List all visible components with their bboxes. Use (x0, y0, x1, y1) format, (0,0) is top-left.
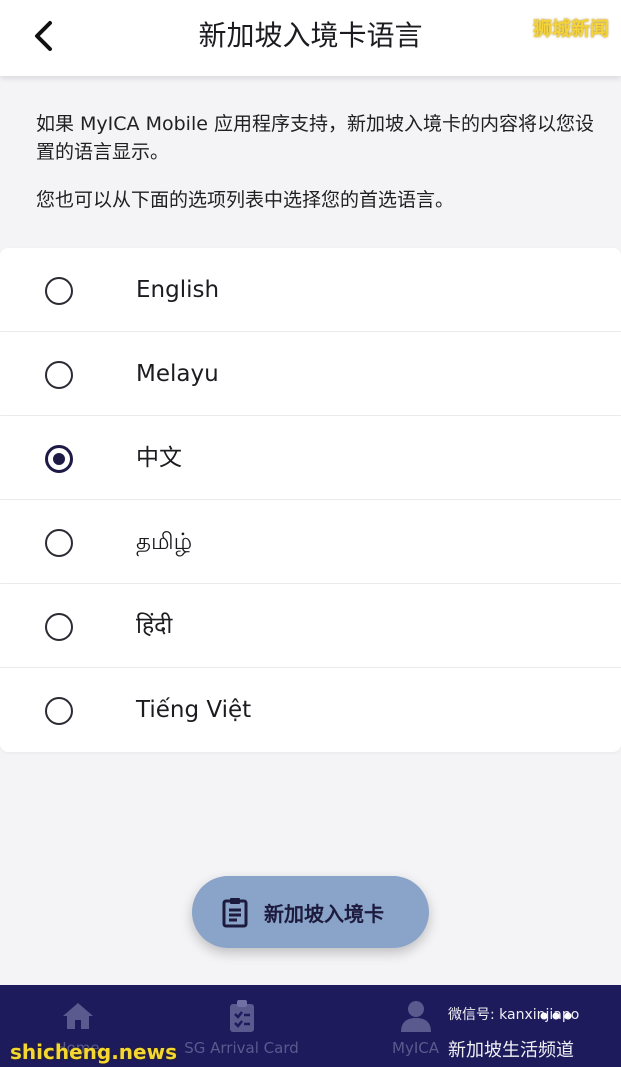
nav-label-myica: MyICA (392, 1039, 439, 1057)
radio-button[interactable] (45, 277, 73, 305)
language-label: Tiếng Việt (136, 697, 252, 723)
language-option-chinese[interactable]: 中文 (0, 416, 621, 500)
clipboard-icon (220, 896, 250, 928)
nav-label-arrival-card: SG Arrival Card (184, 1039, 299, 1057)
radio-button[interactable] (45, 697, 73, 725)
language-list: English Melayu 中文 தமிழ் हिंदी Tiếng Việt (0, 248, 621, 752)
clipboard-check-icon (224, 999, 260, 1033)
intro-text: 如果 MyICA Mobile 应用程序支持，新加坡入境卡的内容将以您设置的语言… (36, 110, 596, 214)
radio-button-selected[interactable] (45, 445, 73, 473)
language-option-vietnamese[interactable]: Tiếng Việt (0, 668, 621, 752)
home-icon (60, 999, 96, 1033)
watermark-top-right: 狮城新闻 (532, 18, 609, 40)
radio-button[interactable] (45, 529, 73, 557)
app-header: 新加坡入境卡语言 狮城新闻 (0, 0, 621, 76)
language-label: Melayu (136, 361, 219, 387)
watermark-wechat-id: 微信号: kanxinjiapo (448, 1007, 580, 1023)
language-label: English (136, 277, 220, 303)
language-label: 中文 (136, 445, 182, 471)
page-title: 新加坡入境卡语言 (198, 19, 423, 52)
language-option-hindi[interactable]: हिंदी (0, 584, 621, 668)
arrival-card-button[interactable]: 新加坡入境卡 (192, 876, 429, 948)
language-option-melayu[interactable]: Melayu (0, 332, 621, 416)
radio-button[interactable] (45, 613, 73, 641)
language-option-tamil[interactable]: தமிழ் (0, 500, 621, 584)
watermark-bottom-left: shicheng.news (10, 1040, 177, 1064)
watermark-channel-name: 新加坡生活频道 (448, 1040, 574, 1061)
intro-paragraph-1: 如果 MyICA Mobile 应用程序支持，新加坡入境卡的内容将以您设置的语言… (36, 113, 594, 163)
person-icon (398, 999, 434, 1033)
language-label: தமிழ் (136, 529, 193, 555)
language-label: हिंदी (136, 613, 173, 639)
language-option-english[interactable]: English (0, 248, 621, 332)
arrival-card-button-label: 新加坡入境卡 (264, 901, 384, 926)
radio-button[interactable] (45, 361, 73, 389)
nav-item-arrival-card[interactable]: SG Arrival Card (164, 985, 319, 1067)
intro-paragraph-2: 您也可以从下面的选项列表中选择您的首选语言。 (36, 189, 455, 211)
